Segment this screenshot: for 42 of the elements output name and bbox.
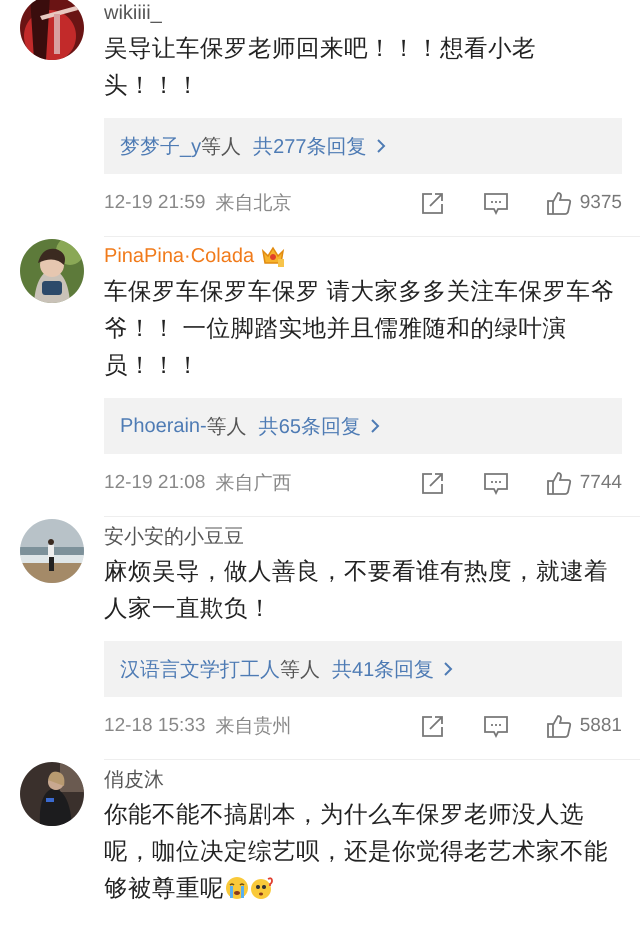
thumbs-up-icon [546, 713, 572, 739]
comment-button[interactable] [482, 713, 509, 739]
comment-time: 12-19 21:08 [104, 472, 206, 494]
chevron-icon [442, 661, 454, 677]
replies-summary[interactable]: 汉语言文学打工人等人 共41条回复 [104, 641, 622, 697]
comment-icon [482, 713, 509, 739]
comment-location: 来自广西 [215, 472, 292, 496]
chevron-icon [368, 418, 381, 434]
comment-location: 来自贵州 [215, 715, 292, 739]
comment-text: 吴导让车保罗老师回来吧！！！想看小老头！！！ [104, 34, 537, 100]
share-button[interactable] [420, 713, 446, 739]
like-count: 7744 [580, 472, 622, 494]
comment-button[interactable] [482, 470, 509, 496]
like-count: 5881 [580, 715, 622, 737]
crying-face-icon [225, 876, 249, 900]
share-icon [420, 470, 446, 496]
like-button[interactable]: 9375 [546, 190, 622, 216]
thumbs-up-icon [546, 470, 572, 496]
comment-button[interactable] [482, 190, 509, 216]
replies-summary[interactable]: Phoerain-等人 共65条回复 [104, 398, 622, 454]
username[interactable]: 俏皮沐 [104, 766, 164, 792]
username[interactable]: 安小安的小豆豆 [104, 522, 244, 550]
like-button[interactable]: 5881 [546, 713, 622, 739]
comment-time: 12-19 21:59 [104, 192, 206, 214]
comment-icon [482, 190, 509, 216]
share-button[interactable] [420, 470, 446, 496]
share-icon [420, 190, 446, 216]
comment-text: 车保罗车保罗车保罗 请大家多多关注车保罗车爷爷！！ 一位脚踏实地并且儒雅随和的绿叶演员！！！ [104, 277, 616, 380]
thumbs-up-icon [546, 190, 572, 216]
replies-summary[interactable]: 梦梦子_y等人 共277条回复 [104, 118, 622, 174]
comment-icon [482, 470, 509, 496]
comment-text: 麻烦吴导，做人善良，不要看谁有热度，就逮着人家一直欺负！ [104, 557, 609, 623]
comment-text: 你能不能不搞剧本，为什么车保罗老师没人选呢，咖位决定综艺呗，还是你觉得老艺术家不能够被尊重呢 [104, 800, 609, 903]
share-icon [420, 713, 446, 739]
username[interactable]: wikiiii_ [104, 2, 162, 24]
comment-location: 来自北京 [215, 192, 292, 216]
comment-time: 12-18 15:33 [104, 715, 206, 737]
share-button[interactable] [420, 190, 446, 216]
confused-face-icon [250, 876, 274, 900]
chevron-icon [374, 138, 386, 154]
like-button[interactable]: 7744 [546, 470, 622, 496]
like-count: 9375 [580, 192, 622, 214]
